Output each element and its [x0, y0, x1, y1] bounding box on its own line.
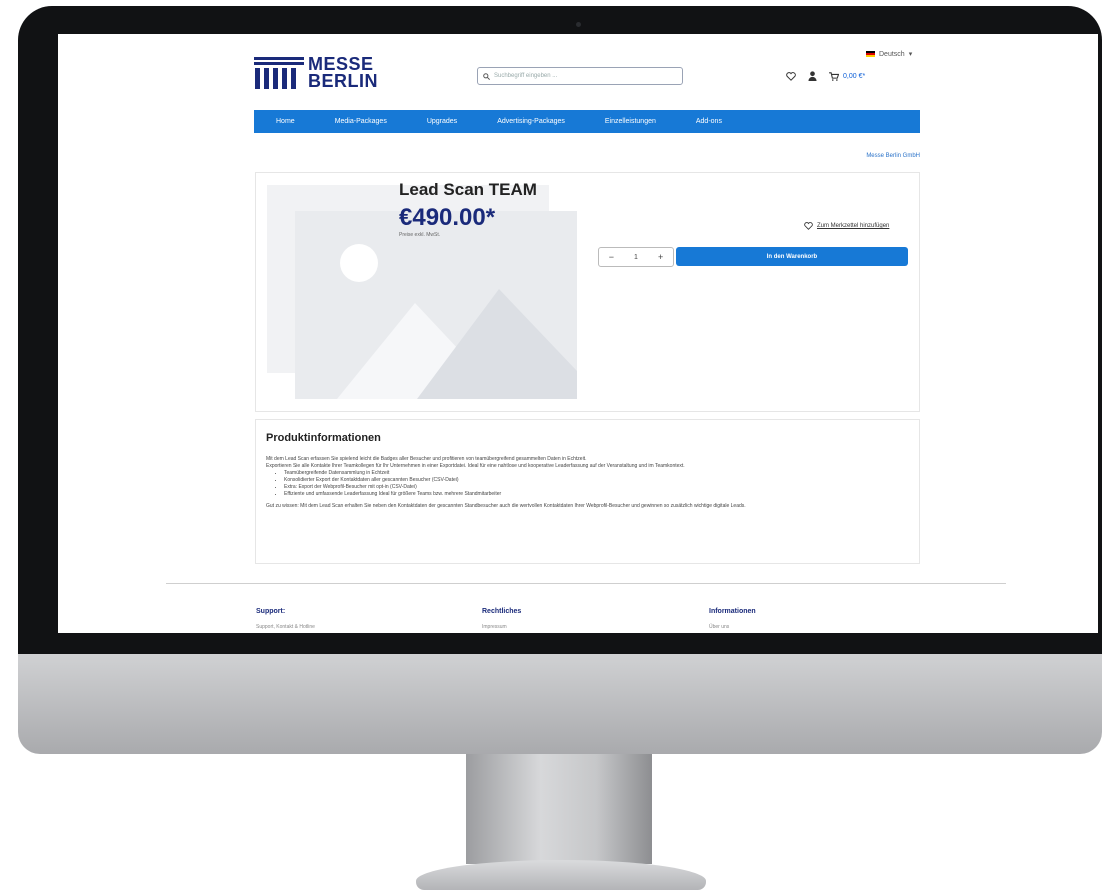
- add-to-cart-button[interactable]: In den Warenkorb: [676, 247, 908, 266]
- search-icon: [483, 72, 490, 80]
- description-paragraph: Mit dem Lead Scan erfassen Sie spielend …: [266, 456, 587, 462]
- nav-item-einzelleistungen[interactable]: Einzelleistungen: [585, 118, 676, 125]
- footer-divider: [166, 583, 1006, 584]
- feature-item: Effiziente und umfassende Leaderfassung …: [284, 491, 906, 498]
- heart-outline-icon: [804, 222, 813, 230]
- feature-item: Teamübergreifende Datensammlung in Echtz…: [284, 470, 906, 477]
- browser-screen: MESSE BERLIN Suchbegriff eingeben ... De…: [58, 34, 1098, 633]
- german-flag-icon: [866, 51, 875, 57]
- main-navigation: Home Media-Packages Upgrades Advertising…: [254, 110, 920, 133]
- footer-heading-information: Informationen: [709, 608, 756, 615]
- monitor-stand-neck: [466, 754, 652, 864]
- monitor-chin: [18, 654, 1102, 754]
- tax-note: Preise exkl. MwSt.: [399, 232, 441, 238]
- header-actions: 0,00 €*: [786, 71, 865, 81]
- product-price: €490.00*: [399, 204, 496, 231]
- language-selector[interactable]: Deutsch ▾: [866, 50, 912, 58]
- footer-heading-legal: Rechtliches: [482, 608, 522, 615]
- monitor-stand-foot: [416, 860, 706, 890]
- language-label: Deutsch: [879, 50, 905, 58]
- breadcrumb[interactable]: Messe Berlin GmbH: [866, 153, 920, 159]
- cart-total: 0,00 €*: [843, 72, 866, 80]
- nav-item-home[interactable]: Home: [254, 118, 315, 125]
- cart-button[interactable]: 0,00 €*: [829, 71, 866, 81]
- nav-item-media-packages[interactable]: Media-Packages: [315, 118, 407, 125]
- quantity-value[interactable]: 1: [624, 254, 649, 261]
- logo-text: MESSE BERLIN: [308, 55, 378, 91]
- cart-icon: [829, 71, 839, 81]
- add-to-wishlist-link[interactable]: Zum Merkzettel hinzufügen: [804, 222, 889, 230]
- footer-link-support[interactable]: Support, Kontakt & Hotline: [256, 624, 315, 630]
- footer-heading-support: Support:: [256, 608, 286, 615]
- nav-item-add-ons[interactable]: Add-ons: [676, 118, 742, 125]
- footer-link-imprint[interactable]: Impressum: [482, 624, 507, 630]
- logo-columns-icon: [254, 57, 304, 89]
- footer-link-about[interactable]: Über uns: [709, 624, 729, 630]
- wishlist-label: Zum Merkzettel hinzufügen: [817, 223, 890, 229]
- feature-list: Teamübergreifende Datensammlung in Echtz…: [266, 470, 906, 498]
- product-information-box: Produktinformationen Mit dem Lead Scan e…: [255, 419, 920, 564]
- description-paragraph: Exportieren Sie alle Kontakte Ihrer Team…: [266, 463, 685, 469]
- feature-item: Konsolidierter Export der Kontaktdaten a…: [284, 477, 906, 484]
- camera-dot: [576, 22, 581, 27]
- search-placeholder: Suchbegriff eingeben ...: [494, 73, 558, 79]
- description-paragraph: Gut zu wissen: Mit dem Lead Scan erhalte…: [266, 503, 746, 509]
- product-description: Mit dem Lead Scan erfassen Sie spielend …: [266, 456, 906, 510]
- product-information-heading: Produktinformationen: [266, 432, 381, 444]
- feature-item: Extra: Export der Webprofil-Besucher mit…: [284, 484, 906, 491]
- quantity-stepper[interactable]: − 1 +: [598, 247, 674, 267]
- search-input[interactable]: Suchbegriff eingeben ...: [477, 67, 683, 85]
- decrease-quantity-button[interactable]: −: [599, 252, 624, 262]
- heart-icon[interactable]: [786, 71, 796, 81]
- nav-item-upgrades[interactable]: Upgrades: [407, 118, 477, 125]
- logo-line-2: BERLIN: [308, 71, 378, 91]
- product-detail-box: [255, 172, 920, 412]
- chevron-down-icon: ▾: [908, 51, 913, 58]
- messe-berlin-logo[interactable]: MESSE BERLIN: [254, 55, 378, 91]
- nav-item-advertising-packages[interactable]: Advertising-Packages: [477, 118, 585, 125]
- product-title: Lead Scan TEAM: [399, 180, 537, 199]
- user-icon[interactable]: [808, 71, 817, 81]
- increase-quantity-button[interactable]: +: [648, 252, 673, 262]
- monitor-bezel: MESSE BERLIN Suchbegriff eingeben ... De…: [18, 6, 1102, 654]
